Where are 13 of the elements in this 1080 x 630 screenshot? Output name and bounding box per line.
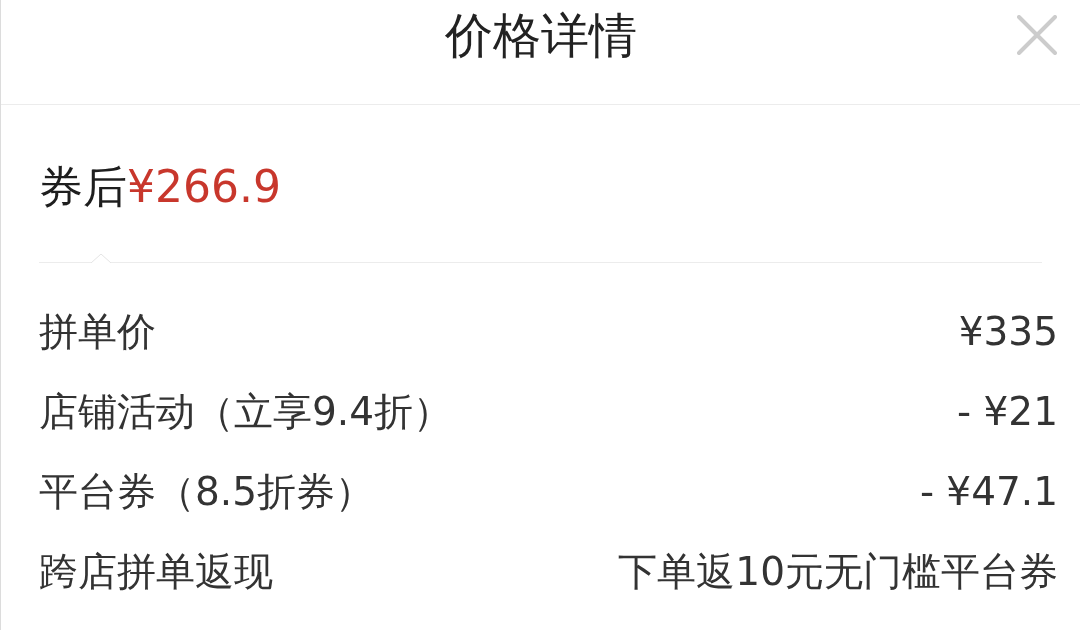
final-price: ¥266.9 [127,160,281,214]
row-value: ¥335 [958,308,1058,356]
row-value: - ¥47.1 [919,468,1058,516]
close-icon [1017,15,1057,55]
after-coupon-label: 券后 [39,160,127,214]
row-label: 店铺活动（立享9.4折） [39,388,453,436]
sheet-title: 价格详情 [444,6,637,65]
row-label: 平台券（8.5折券） [39,468,375,516]
row-label: 拼单价 [39,308,156,356]
row-value: - ¥21 [957,388,1058,436]
row-value: 下单返10元无门槛平台券 [618,548,1058,596]
close-button[interactable] [1014,12,1060,58]
row-label: 跨店拼单返现 [39,548,273,596]
